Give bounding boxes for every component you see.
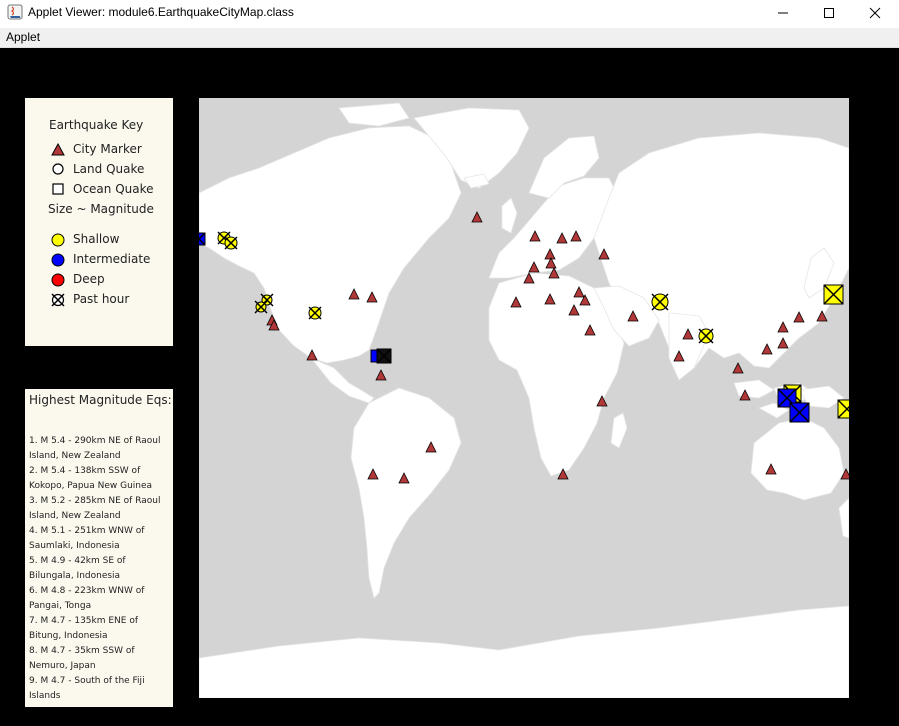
past-hour-icon (51, 293, 65, 307)
key-label-city-marker: City Marker (73, 142, 142, 156)
window-title: Applet Viewer: module6.EarthquakeCityMap… (28, 5, 294, 19)
window-titlebar[interactable]: Applet Viewer: module6.EarthquakeCityMap… (0, 0, 899, 26)
list-item: 7. M 4.7 - 135km ENE of Bitung, Indonesi… (29, 616, 139, 641)
close-icon (869, 7, 881, 19)
list-item: 5. M 4.9 - 42km SE of Bilungala, Indones… (29, 556, 126, 581)
list-item: 2. M 5.4 - 138km SSW of Kokopo, Papua Ne… (29, 466, 153, 491)
menu-applet[interactable]: Applet (6, 30, 40, 44)
key-row-city-marker: City Marker (25, 141, 173, 159)
key-label-ocean-quake: Ocean Quake (73, 182, 154, 196)
circle-icon (52, 163, 64, 175)
minimize-button[interactable] (760, 0, 806, 26)
key-label-shallow: Shallow (73, 232, 120, 246)
intermediate-circle-icon (51, 253, 65, 267)
list-item: 1. M 5.4 - 290km NE of Raoul Island, New… (29, 436, 161, 461)
key-label-deep: Deep (73, 272, 105, 286)
square-icon (52, 183, 64, 195)
list-item: 4. M 5.1 - 251km WNW of Saumlaki, Indone… (29, 526, 145, 551)
java-app-icon (7, 4, 23, 20)
key-label-past-hour: Past hour (73, 292, 130, 306)
list-item: 3. M 5.2 - 285km NE of Raoul Island, New… (29, 496, 161, 521)
highest-magnitude-panel: Highest Magnitude Eqs: 1. M 5.4 - 290km … (25, 389, 173, 707)
earthquake-marker-layer (199, 231, 849, 423)
key-size-label: Size ~ Magnitude (48, 202, 154, 216)
highest-magnitude-title: Highest Magnitude Eqs: (29, 393, 172, 407)
list-item: 6. M 4.8 - 223km WNW of Pangai, Tonga (29, 586, 145, 611)
minimize-icon (778, 12, 788, 14)
highest-magnitude-list: 1. M 5.4 - 290km NE of Raoul Island, New… (29, 434, 173, 704)
key-row-deep: Deep (25, 271, 173, 289)
key-label-intermediate: Intermediate (73, 252, 151, 266)
key-row-land-quake: Land Quake (25, 161, 173, 179)
shallow-circle-icon (51, 233, 65, 247)
key-row-past-hour: Past hour (25, 291, 173, 309)
list-item: 8. M 4.7 - 35km SSW of Nemuro, Japan (29, 646, 135, 671)
maximize-button[interactable] (806, 0, 852, 26)
triangle-icon (51, 143, 65, 156)
key-label-land-quake: Land Quake (73, 162, 145, 176)
deep-circle-icon (51, 273, 65, 287)
maximize-icon (824, 8, 834, 18)
key-row-shallow: Shallow (25, 231, 173, 249)
key-row-intermediate: Intermediate (25, 251, 173, 269)
key-title: Earthquake Key (49, 118, 144, 132)
menu-bar: Applet (0, 28, 899, 48)
key-row-ocean-quake: Ocean Quake (25, 181, 173, 199)
list-item: 9. M 4.7 - South of the Fiji Islands (29, 676, 145, 701)
world-map[interactable] (199, 98, 849, 698)
earthquake-key-panel: Earthquake Key City Marker Land Quake Oc… (25, 98, 173, 346)
close-button[interactable] (852, 0, 898, 26)
